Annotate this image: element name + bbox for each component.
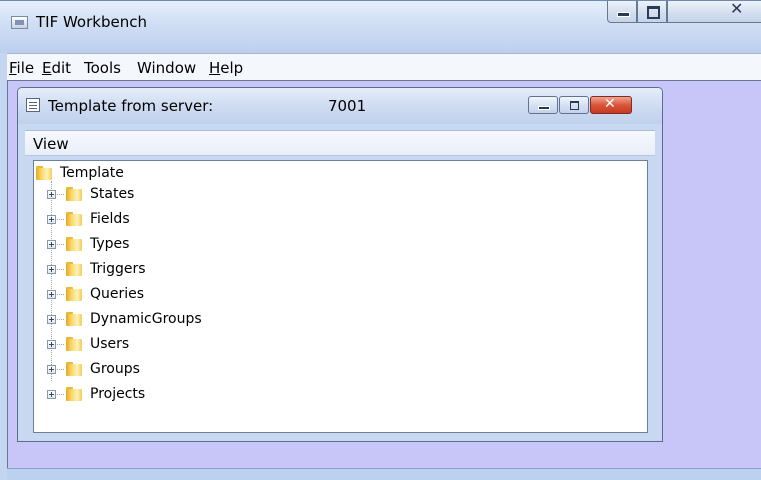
minimize-button[interactable] (607, 1, 637, 23)
tree-connector (57, 244, 64, 245)
tree-node-label: Groups (90, 361, 140, 377)
folder-icon (66, 187, 82, 201)
main-title-bar[interactable]: TIF Workbench ✕ (0, 0, 761, 53)
app-icon[interactable] (11, 16, 28, 29)
tree-connector (57, 194, 64, 195)
redacted-server-name (218, 99, 328, 113)
template-child-window: Template from server: 7001 ✕ View Templa… (17, 87, 663, 442)
tree-node-label: States (90, 186, 135, 202)
folder-icon (66, 387, 82, 401)
tree-connector (57, 319, 64, 320)
menu-file-label: ile (16, 59, 35, 77)
tree-node-label: Queries (90, 286, 145, 302)
menu-view[interactable]: View (33, 135, 69, 153)
expand-icon[interactable] (47, 390, 56, 399)
close-icon: ✕ (730, 0, 744, 18)
tree-node-label: Triggers (90, 261, 146, 277)
menu-help[interactable]: Help (209, 59, 243, 77)
tree-connector (57, 394, 64, 395)
menu-edit[interactable]: Edit (42, 59, 71, 77)
folder-icon (66, 262, 82, 276)
tree-connector (57, 219, 64, 220)
menu-help-label: elp (220, 59, 244, 77)
menu-tools[interactable]: Tools (84, 59, 121, 77)
tree-node-label: Types (90, 236, 130, 252)
folder-icon (66, 362, 82, 376)
tree-node-label: Template (60, 165, 124, 181)
maximize-button[interactable] (637, 1, 667, 23)
close-button[interactable]: ✕ (667, 0, 761, 23)
expand-icon[interactable] (47, 240, 56, 249)
maximize-icon (570, 101, 579, 110)
child-maximize-button[interactable] (559, 96, 589, 114)
expand-icon[interactable] (47, 340, 56, 349)
folder-icon (66, 287, 82, 301)
expand-icon[interactable] (47, 190, 56, 199)
menu-help-mnemonic: H (209, 59, 221, 77)
tree-node-label: Projects (90, 386, 146, 402)
tree-connector (57, 294, 64, 295)
menu-file[interactable]: File (9, 59, 34, 77)
child-title-bar[interactable]: Template from server: 7001 ✕ (18, 88, 662, 124)
menu-file-mnemonic: F (9, 59, 17, 77)
menu-window[interactable]: Window (137, 59, 196, 77)
tree-connector (57, 344, 64, 345)
app-title: TIF Workbench (36, 13, 147, 31)
folder-icon (66, 337, 82, 351)
tree-connector-line (51, 181, 52, 381)
folder-icon (66, 312, 82, 326)
child-menu-bar: View (25, 130, 655, 156)
tree-connector (57, 269, 64, 270)
expand-icon[interactable] (47, 315, 56, 324)
tree-connector (57, 369, 64, 370)
minimize-icon (538, 106, 550, 110)
folder-icon (36, 166, 52, 180)
menu-tools-label: Tools (84, 59, 121, 77)
template-tree[interactable]: Template States Fields Types Triggers Qu… (33, 160, 648, 433)
tree-node-label: Users (90, 336, 130, 352)
tree-node-label: Fields (90, 211, 130, 227)
child-minimize-button[interactable] (528, 96, 558, 114)
mdi-bottom-strip (7, 468, 761, 480)
menu-edit-label: dit (51, 59, 72, 77)
minimize-icon (617, 12, 630, 17)
folder-icon (66, 237, 82, 251)
maximize-icon (647, 6, 660, 19)
child-window-title: Template from server: 7001 (48, 97, 366, 115)
tree-node-label: DynamicGroups (90, 311, 202, 327)
child-close-button[interactable]: ✕ (590, 96, 632, 114)
close-icon: ✕ (604, 96, 616, 112)
menu-bar: File Edit Tools Window Help (7, 53, 761, 81)
expand-icon[interactable] (47, 365, 56, 374)
menu-window-label: Window (137, 59, 197, 77)
expand-icon[interactable] (47, 290, 56, 299)
child-title-prefix: Template from server: (48, 97, 214, 115)
child-title-suffix: 7001 (327, 97, 367, 115)
folder-icon (66, 212, 82, 226)
child-window-icon[interactable] (26, 98, 40, 112)
expand-icon[interactable] (47, 215, 56, 224)
main-window: TIF Workbench ✕ File Edit Tools Window H… (0, 0, 761, 480)
expand-icon[interactable] (47, 265, 56, 274)
